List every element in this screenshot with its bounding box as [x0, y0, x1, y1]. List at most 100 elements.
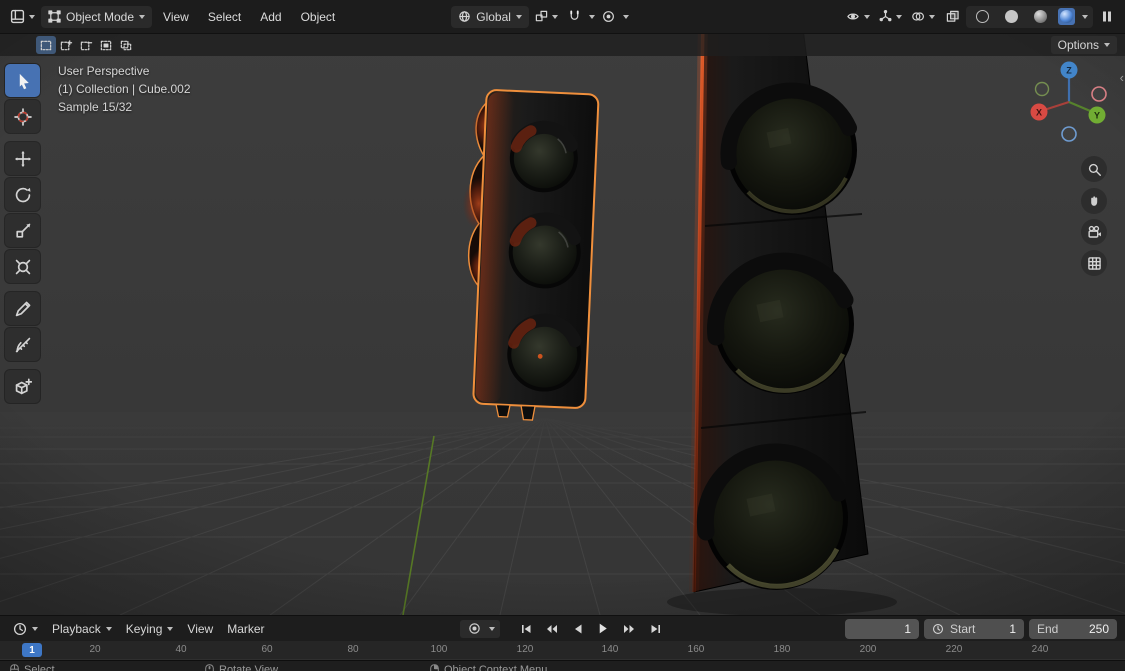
chevron-down-icon	[105, 626, 112, 631]
keying-set-dropdown[interactable]	[488, 626, 495, 631]
pan-button[interactable]	[1081, 188, 1107, 214]
tool-move[interactable]	[5, 142, 40, 175]
gizmo-axis-z[interactable]: Z	[1060, 61, 1078, 79]
tool-scale[interactable]	[5, 214, 40, 247]
preview-range-clock-icon	[932, 623, 944, 634]
next-keyframe-icon	[624, 624, 634, 633]
playback-menu[interactable]: Playback	[45, 619, 119, 639]
gizmo-axis-y[interactable]: Y	[1088, 106, 1106, 124]
pause-render-button[interactable]	[1096, 6, 1118, 28]
transport-controls	[459, 619, 666, 638]
snap-toggle[interactable]	[564, 6, 586, 28]
pivot-dropdown[interactable]	[532, 6, 561, 28]
orientation-label: Global	[476, 9, 511, 24]
start-value: 1	[1009, 621, 1016, 636]
prev-keyframe-button[interactable]	[542, 620, 562, 638]
viewport-canvas[interactable]	[0, 34, 1125, 615]
viewport-3d[interactable]: User Perspective (1) Collection | Cube.0…	[0, 34, 1125, 615]
timeline-view-menu[interactable]: View	[180, 619, 220, 639]
tool-cursor[interactable]	[5, 100, 40, 133]
shading-solid-button[interactable]	[1000, 6, 1022, 28]
object-visibility-dropdown[interactable]	[843, 6, 873, 28]
tool-measure[interactable]	[5, 328, 40, 361]
navigation-gizmo[interactable]: Z X Y	[1027, 58, 1111, 142]
status-hint-rotate-view: Rotate View	[205, 664, 278, 671]
overlays-dropdown[interactable]	[908, 6, 938, 28]
status-hint-label: Object Context Menu	[444, 664, 548, 671]
sidebar-collapse-arrow[interactable]: ‹	[1120, 70, 1124, 85]
view-perspective-label: User Perspective	[58, 64, 150, 78]
mode-label: Object Mode	[66, 9, 135, 24]
solid-sphere-icon	[1004, 10, 1018, 23]
proportional-falloff-dropdown[interactable]	[622, 14, 629, 19]
tool-transform[interactable]	[5, 250, 40, 283]
gizmo-axis-neg-x[interactable]	[1091, 86, 1107, 102]
next-keyframe-button[interactable]	[620, 620, 640, 638]
timeline-editor-dropdown[interactable]	[6, 619, 45, 639]
options-label: Options	[1057, 38, 1099, 52]
gizmo-axis-x[interactable]: X	[1030, 103, 1048, 121]
playhead[interactable]: 1	[22, 643, 42, 657]
global-orientation-icon	[459, 11, 470, 22]
shading-dropdown[interactable]	[1082, 14, 1088, 19]
camera-icon	[1087, 225, 1101, 238]
pivot-point-icon	[535, 10, 548, 22]
clock-icon	[13, 622, 27, 635]
gizmos-dropdown[interactable]	[876, 6, 905, 28]
svg-text:Y: Y	[1094, 111, 1100, 121]
gizmo-axis-neg-y[interactable]	[1034, 81, 1050, 97]
tool-rotate[interactable]	[5, 178, 40, 211]
editor-type-dropdown[interactable]	[7, 6, 38, 28]
object-mode-icon	[48, 10, 61, 23]
camera-view-button[interactable]	[1081, 219, 1107, 245]
snap-settings-dropdown[interactable]	[588, 14, 595, 19]
start-frame-field[interactable]: Start 1	[924, 618, 1024, 639]
view-menu[interactable]: View	[155, 6, 197, 28]
timeline-ruler[interactable]: 20 40 60 80 100 120 140 160 180 200 220 …	[0, 641, 1125, 659]
marker-menu[interactable]: Marker	[220, 619, 271, 639]
keying-menu[interactable]: Keying	[119, 619, 181, 639]
shading-rendered-button[interactable]	[1058, 8, 1075, 25]
proportional-editing-toggle[interactable]	[598, 6, 620, 28]
ortho-toggle-button[interactable]	[1081, 250, 1107, 276]
auto-keying-record-button[interactable]	[465, 620, 485, 638]
add-menu[interactable]: Add	[252, 6, 289, 28]
shading-material-button[interactable]	[1029, 6, 1051, 28]
select-menu[interactable]: Select	[200, 6, 249, 28]
mode-dropdown[interactable]: Object Mode	[41, 5, 153, 28]
select-mode-invert-button[interactable]	[96, 36, 116, 54]
tool-add-cube[interactable]	[5, 370, 40, 403]
keying-label: Keying	[125, 621, 163, 636]
select-mode-extend-button[interactable]	[56, 36, 76, 54]
tool-annotate[interactable]	[5, 292, 40, 325]
mouse-right-icon	[430, 664, 439, 671]
shading-wireframe-button[interactable]	[971, 6, 993, 28]
transform-icon	[15, 259, 30, 274]
jump-to-start-button[interactable]	[516, 620, 536, 638]
jump-to-end-button[interactable]	[646, 620, 666, 638]
select-box-subtract-icon	[80, 41, 93, 50]
select-mode-subtract-button[interactable]	[76, 36, 96, 54]
viewport-vignette	[0, 34, 1125, 615]
select-mode-new-button[interactable]	[36, 36, 56, 54]
rendered-sphere-icon	[1060, 10, 1073, 23]
zoom-button[interactable]	[1081, 156, 1107, 182]
gizmo-axis-neg-z[interactable]	[1061, 126, 1077, 142]
status-hint-select: Select	[10, 664, 55, 671]
object-menu[interactable]: Object	[293, 6, 344, 28]
chevron-down-icon	[515, 14, 522, 19]
playhead-frame-label: 1	[29, 644, 35, 656]
select-mode-intersect-button[interactable]	[116, 36, 136, 54]
options-dropdown[interactable]: Options	[1050, 36, 1117, 54]
chevron-down-icon	[29, 14, 35, 19]
ruler-tick: 200	[859, 644, 877, 655]
end-frame-field[interactable]: End 250	[1029, 618, 1117, 639]
orientation-dropdown[interactable]: Global	[451, 5, 529, 28]
play-button[interactable]	[594, 620, 614, 638]
xray-icon	[946, 10, 959, 22]
chevron-down-icon	[139, 14, 146, 19]
play-reverse-button[interactable]	[568, 620, 588, 638]
current-frame-field[interactable]: 1	[845, 618, 919, 639]
tool-select-box[interactable]	[5, 64, 40, 97]
xray-toggle[interactable]	[941, 6, 963, 28]
